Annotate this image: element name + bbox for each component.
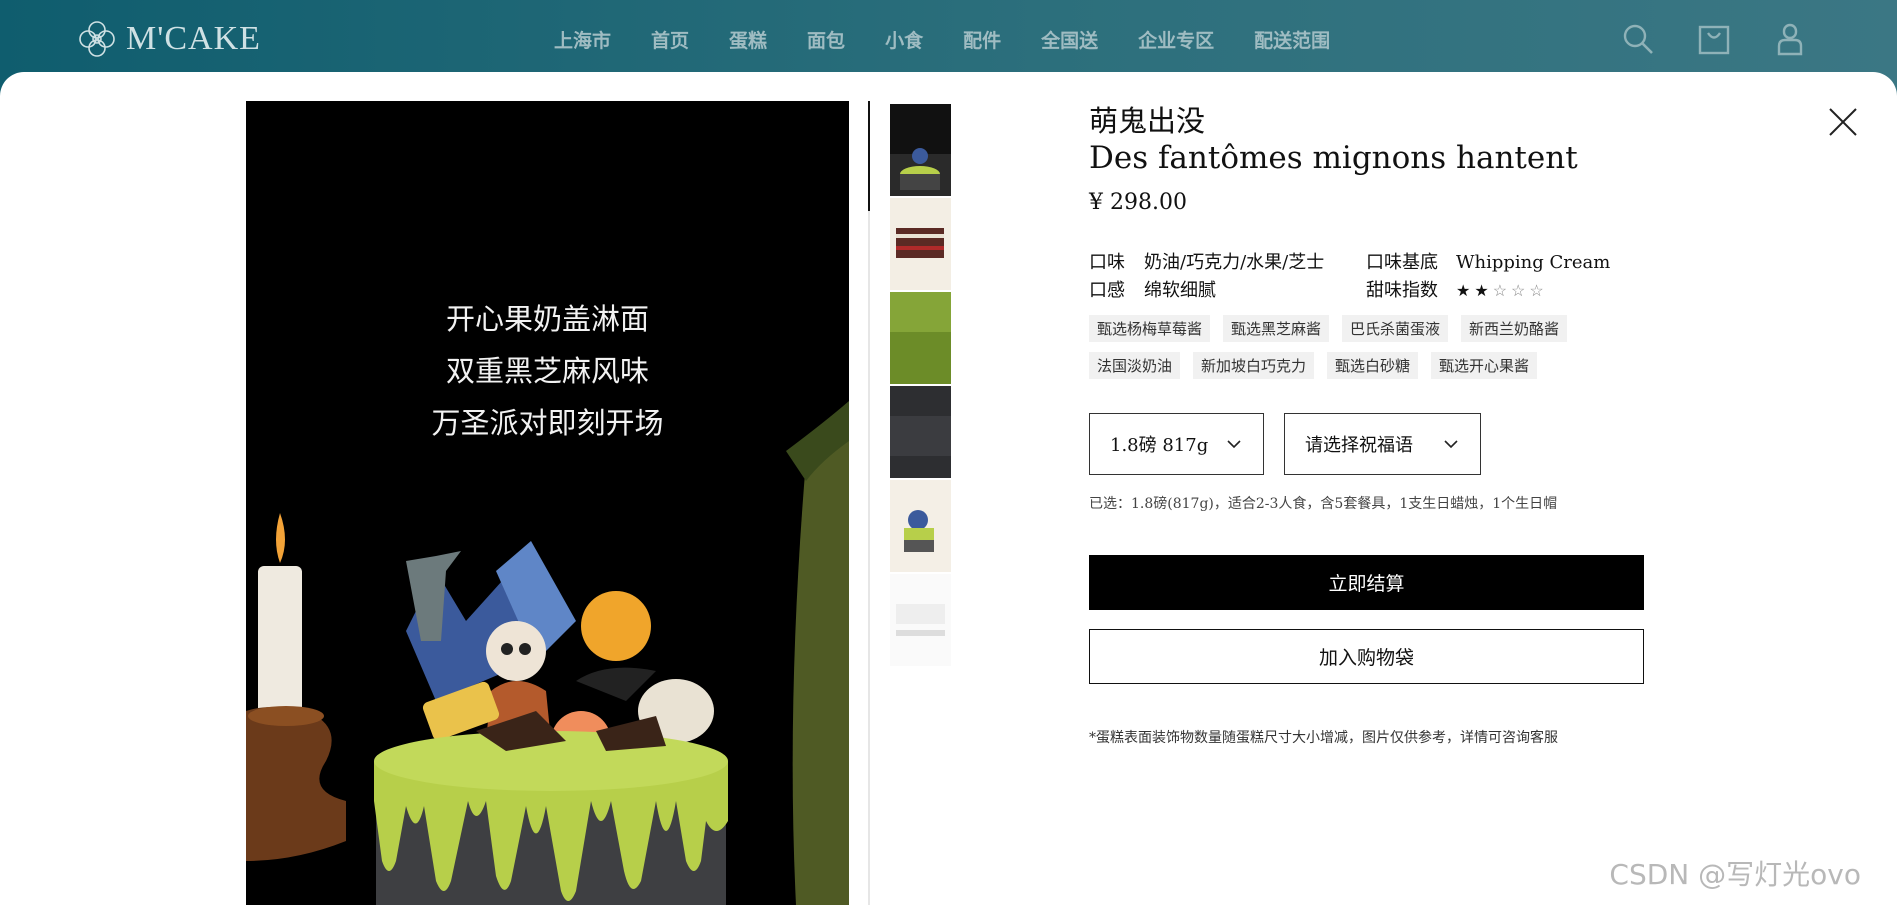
ingredient-tag: 甄选开心果酱 [1431,352,1538,379]
product-title-cn: 萌鬼出没 [1089,104,1206,138]
ingredient-tags: 甄选杨梅草莓酱 甄选黑芝麻酱 巴氏杀菌蛋液 新西兰奶酪酱 法国淡奶油 新加坡白巧… [1089,315,1609,379]
size-select-value: 1.8磅 817g [1110,435,1209,456]
nav-item-city[interactable]: 上海市 [554,26,611,53]
product-details: 萌鬼出没 Des fantômes mignons hantent ¥ 298.… [1089,102,1649,747]
star-filled-icon: ★ [1456,281,1471,300]
greeting-select[interactable]: 请选择祝福语 [1284,413,1481,475]
chevron-down-icon [1444,440,1458,449]
ingredient-tag: 新西兰奶酪酱 [1461,315,1568,342]
gallery-scrollbar-track[interactable] [868,101,870,905]
star-filled-icon: ★ [1474,281,1489,300]
nav-item-bread[interactable]: 面包 [807,26,845,53]
ingredient-tag: 甄选黑芝麻酱 [1223,315,1330,342]
ingredient-tag: 巴氏杀菌蛋液 [1342,315,1449,342]
nav-item-delivery-area[interactable]: 配送范围 [1254,26,1330,53]
watermark: CSDN @写灯光ovo [1609,858,1861,891]
add-to-bag-button[interactable]: 加入购物袋 [1089,629,1644,684]
thumbnail[interactable] [890,104,951,196]
ingredient-tag: 甄选白砂糖 [1327,352,1419,379]
star-empty-icon: ☆ [1529,281,1544,300]
nav-item-home[interactable]: 首页 [651,26,689,53]
ingredient-tag: 甄选杨梅草莓酱 [1089,315,1211,342]
nav-item-enterprise[interactable]: 企业专区 [1138,26,1214,53]
nav-item-accessories[interactable]: 配件 [963,26,1001,53]
option-selectors: 1.8磅 817g 请选择祝福语 [1089,413,1649,475]
base-label: 口味基底 [1366,252,1438,273]
flavor-label: 口味 [1089,252,1125,273]
halloween-cake-illustration [246,401,849,905]
ingredient-tag: 法国淡奶油 [1089,352,1181,379]
nav-item-nationwide[interactable]: 全国送 [1041,26,1098,53]
logo[interactable]: M'CAKE [76,18,261,60]
nav-icons [1621,22,1807,56]
sweetness-label: 甜味指数 [1366,280,1438,301]
close-icon[interactable] [1827,106,1859,138]
product-title-fr: Des fantômes mignons hantent [1089,140,1578,176]
search-icon[interactable] [1621,22,1655,56]
selected-summary: 已选：1.8磅(817g)，适合2-3人食，含5套餐具，1支生日蜡烛，1个生日帽 [1089,496,1558,512]
base-value: Whipping Cream [1456,252,1611,273]
sweetness-rating: ★ ★ ☆ ☆ ☆ [1456,279,1649,303]
texture-label: 口感 [1089,280,1125,301]
product-main-image: 开心果奶盖淋面 双重黑芝麻风味 万圣派对即刻开场 [246,101,849,905]
size-select[interactable]: 1.8磅 817g [1089,413,1264,475]
chevron-down-icon [1227,440,1241,449]
thumbnail-strip [890,104,951,668]
user-icon[interactable] [1773,22,1807,56]
thumbnail[interactable] [890,574,951,666]
flavor-value: 奶油/巧克力/水果/芝士 [1144,252,1325,273]
nav-item-snacks[interactable]: 小食 [885,26,923,53]
star-empty-icon: ☆ [1492,281,1508,300]
shopping-bag-icon[interactable] [1697,22,1731,56]
nav-item-cake[interactable]: 蛋糕 [729,26,767,53]
product-attributes: 口味 奶油/巧克力/水果/芝士 口味基底 Whipping Cream 口感 绵… [1089,251,1649,303]
star-empty-icon: ☆ [1511,281,1526,300]
nav-menu: 上海市 首页 蛋糕 面包 小食 配件 全国送 企业专区 配送范围 [554,26,1330,53]
top-nav: M'CAKE 上海市 首页 蛋糕 面包 小食 配件 全国送 企业专区 配送范围 [0,0,1897,75]
thumbnail[interactable] [890,386,951,478]
thumbnail[interactable] [890,292,951,384]
thumbnail[interactable] [890,198,951,290]
gallery-scrollbar-thumb[interactable] [868,101,870,211]
disclaimer-note: *蛋糕表面装饰物数量随蛋糕尺寸大小增减，图片仅供参考，详情可咨询客服 [1089,730,1558,746]
logo-text: M'CAKE [126,20,261,57]
checkout-button[interactable]: 立即结算 [1089,555,1644,610]
product-modal: 开心果奶盖淋面 双重黑芝麻风味 万圣派对即刻开场 萌鬼出没 Des fantôm… [0,72,1897,905]
logo-flower-icon [79,21,115,57]
ingredient-tag: 新加坡白巧克力 [1193,352,1315,379]
texture-value: 绵软细腻 [1144,280,1216,301]
product-price: ¥ 298.00 [1089,190,1187,215]
greeting-select-value: 请选择祝福语 [1305,435,1413,456]
thumbnail[interactable] [890,480,951,572]
